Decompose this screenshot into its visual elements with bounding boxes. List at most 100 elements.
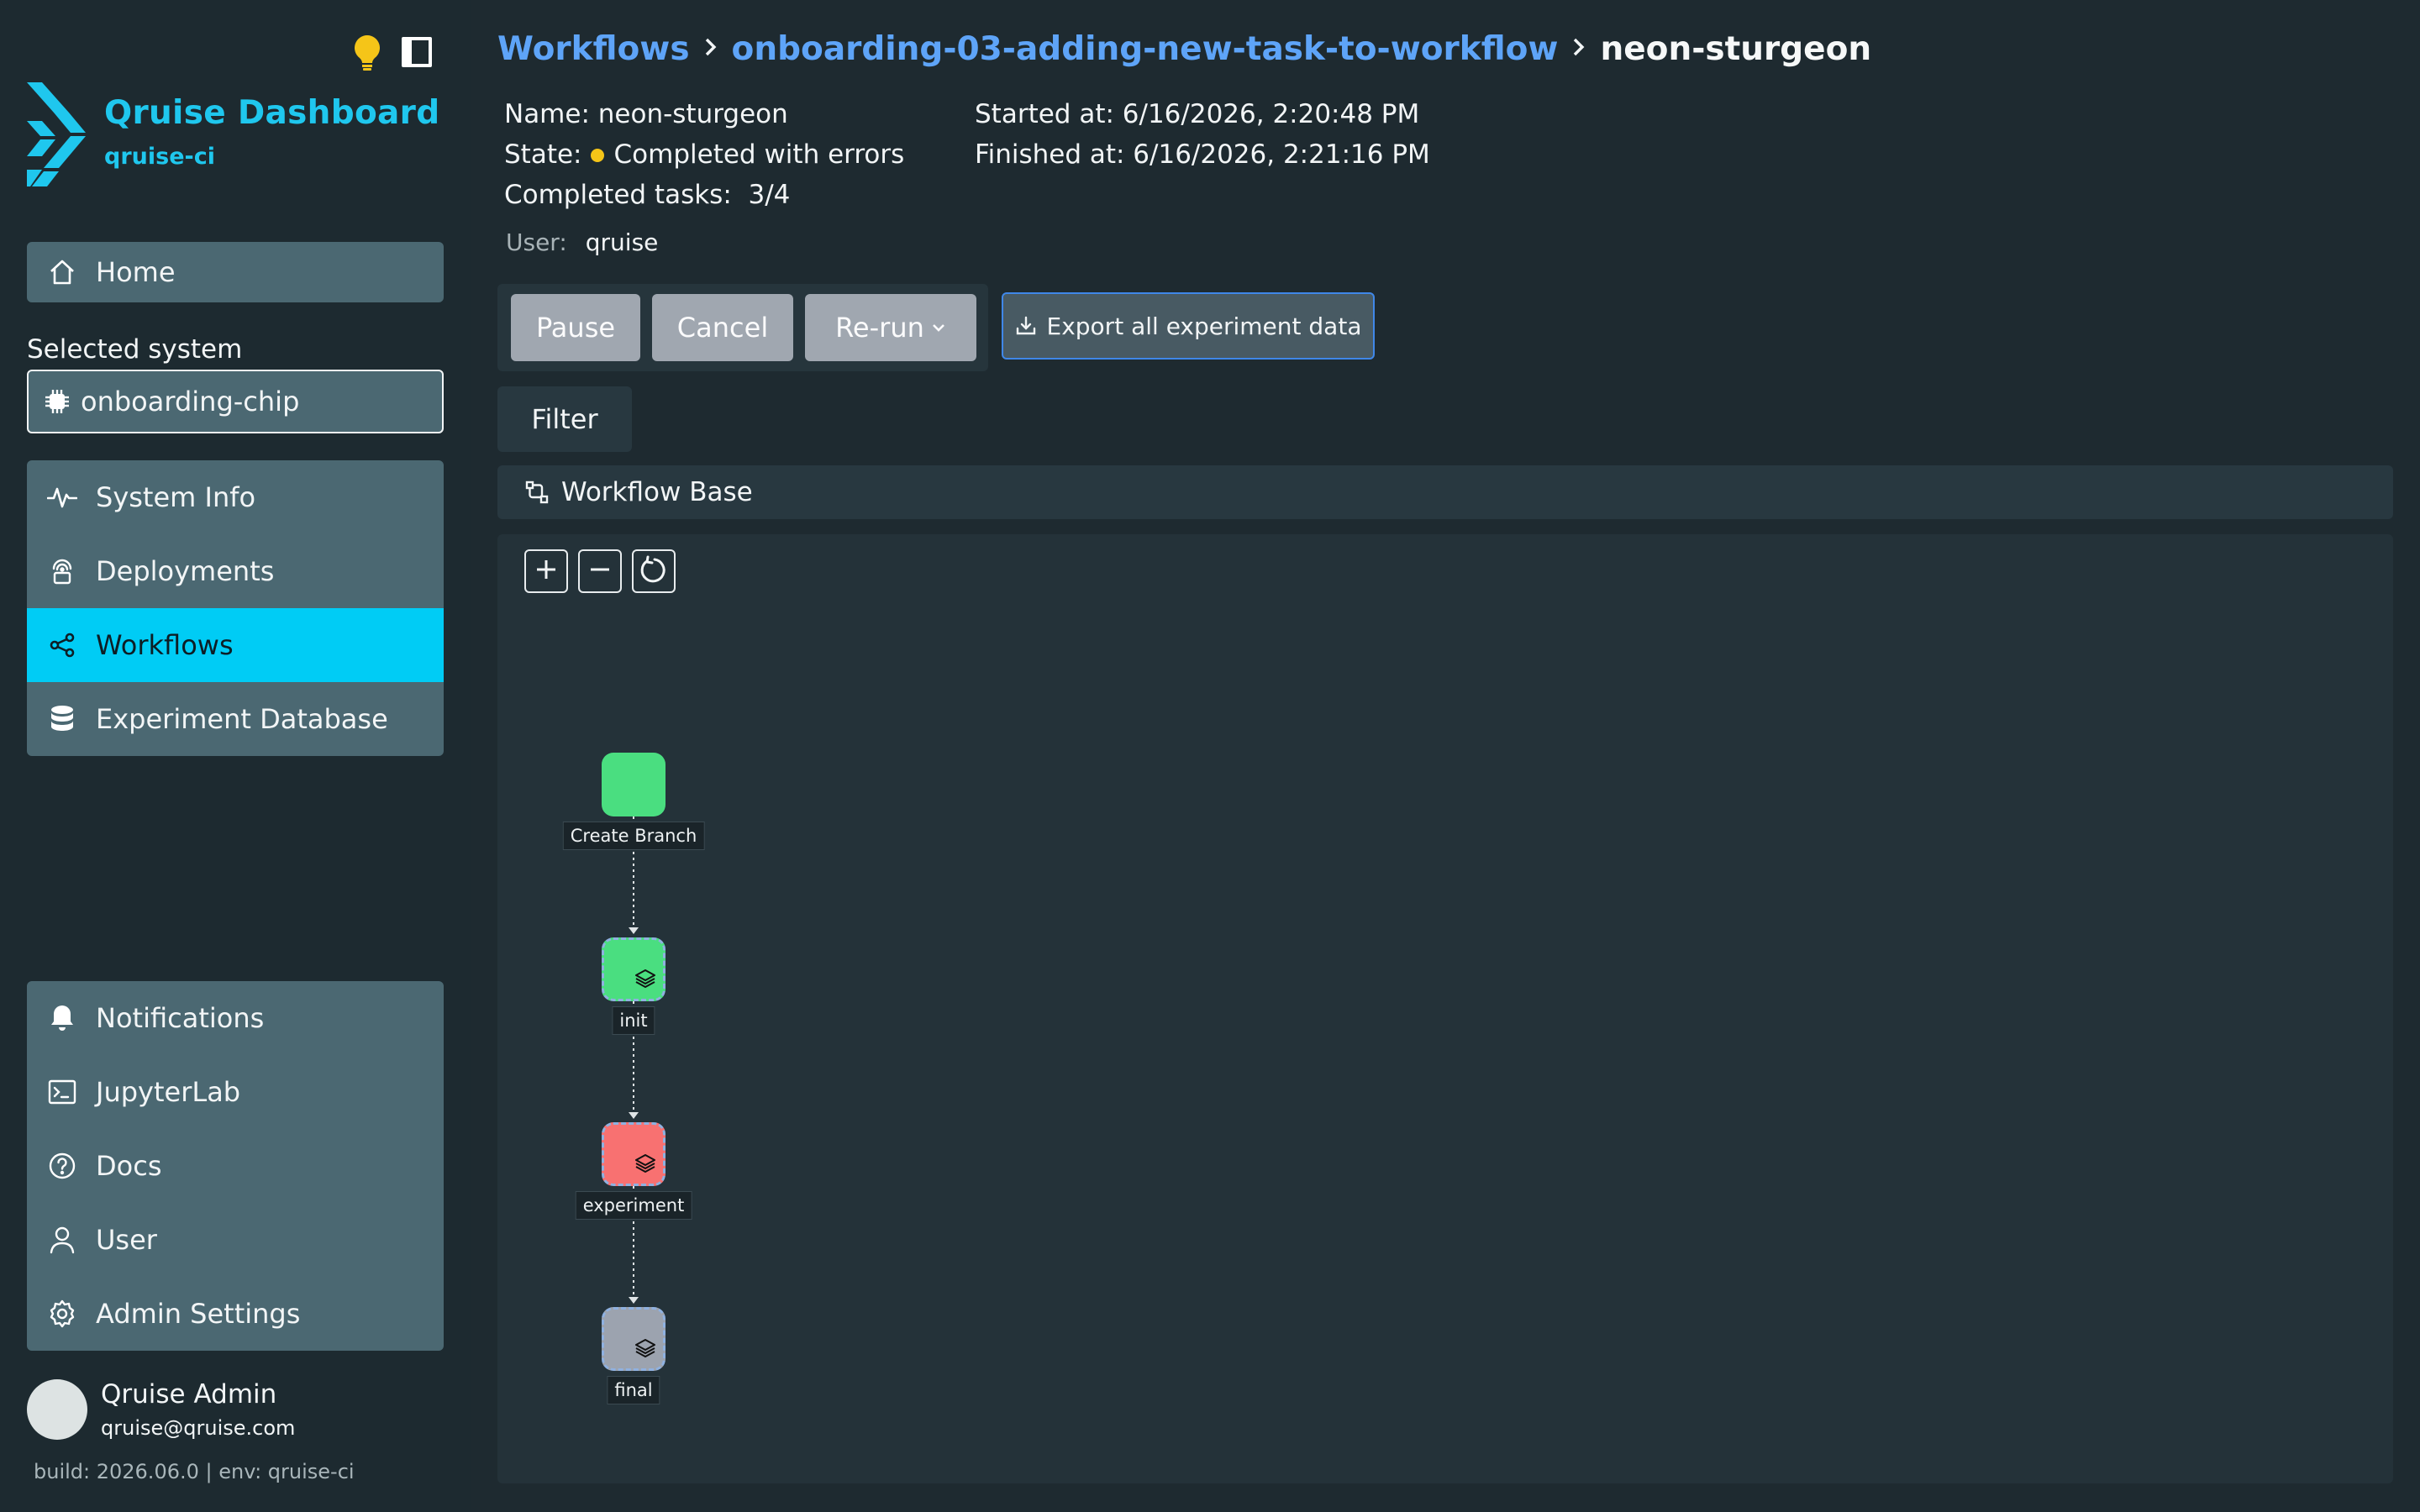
sidebar-item-experiment-database[interactable]: Experiment Database xyxy=(27,682,444,756)
pause-button[interactable]: Pause xyxy=(511,294,640,361)
chevron-down-icon xyxy=(931,323,946,333)
node-label: Create Branch xyxy=(562,822,705,850)
export-all-data-button[interactable]: Export all experiment data xyxy=(1002,292,1375,360)
user-icon xyxy=(42,1220,82,1260)
download-icon xyxy=(1015,315,1037,337)
sidebar-item-label: User xyxy=(96,1224,157,1256)
breadcrumb-current: neon-sturgeon xyxy=(1600,30,1872,68)
filter-button[interactable]: Filter xyxy=(497,386,632,452)
status-dot-icon xyxy=(590,148,604,162)
workflow-base-header[interactable]: Workflow Base xyxy=(497,465,2393,519)
run-finished-at: Finished at: 6/16/2026, 2:21:16 PM xyxy=(975,139,1430,170)
rerun-button[interactable]: Re-run xyxy=(805,294,976,361)
run-state-label: State: xyxy=(504,139,582,170)
workflow-edges xyxy=(629,816,639,1304)
workflow-node[interactable] xyxy=(602,937,666,1001)
breadcrumb: Workflows onboarding-03-adding-new-task-… xyxy=(497,30,1871,68)
profile-email: qruise@qruise.com xyxy=(101,1416,296,1440)
node-label: final xyxy=(607,1376,660,1404)
broadcast-icon xyxy=(42,551,82,591)
run-state-value: Completed with errors xyxy=(613,139,905,170)
sidebar-item-notifications[interactable]: Notifications xyxy=(27,981,444,1055)
database-icon xyxy=(42,699,82,739)
lightbulb-icon[interactable] xyxy=(353,34,381,74)
selected-system-select[interactable]: onboarding-chip xyxy=(27,370,444,433)
share-nodes-icon xyxy=(42,625,82,665)
workflow-canvas[interactable]: Create Branch init experiment final xyxy=(497,534,2393,1483)
chip-icon xyxy=(42,386,72,417)
sidebar-toggle-icon[interactable] xyxy=(400,35,434,72)
run-completed-tasks: Completed tasks: 3/4 xyxy=(504,175,904,215)
qruise-logo-icon xyxy=(27,82,86,186)
activity-icon xyxy=(42,477,82,517)
edge-arrow-icon xyxy=(629,1297,639,1304)
breadcrumb-workflows[interactable]: Workflows xyxy=(497,30,690,68)
node-label: experiment xyxy=(575,1191,692,1220)
workflow-base-title: Workflow Base xyxy=(561,477,753,507)
brand[interactable]: Qruise Dashboard qruise-ci xyxy=(25,81,439,188)
chevron-right-icon xyxy=(1571,33,1586,66)
sidebar-item-docs[interactable]: Docs xyxy=(27,1129,444,1203)
run-started-at: Started at: 6/16/2026, 2:20:48 PM xyxy=(975,99,1420,129)
build-info: build: 2026.06.0 | env: qruise-ci xyxy=(34,1460,355,1483)
sidebar-item-label: System Info xyxy=(96,481,256,513)
sidebar-item-label: JupyterLab xyxy=(96,1076,241,1108)
workflow-node[interactable] xyxy=(602,1122,666,1186)
home-icon xyxy=(42,252,82,292)
app-title: Qruise Dashboard xyxy=(104,94,440,132)
run-user-value: qruise xyxy=(585,228,659,256)
run-user-label: User: xyxy=(506,228,567,256)
workflow-node[interactable] xyxy=(602,1307,666,1371)
sidebar: Qruise Dashboard qruise-ci Home Selected… xyxy=(0,0,471,1512)
sidebar-item-label: Experiment Database xyxy=(96,703,388,735)
cancel-button[interactable]: Cancel xyxy=(652,294,793,361)
layers-icon xyxy=(634,1153,656,1177)
workflow-node[interactable] xyxy=(602,753,666,816)
run-state: State: Completed with errors xyxy=(504,134,904,175)
user-profile[interactable]: Qruise Admin qruise@qruise.com xyxy=(27,1379,295,1440)
home-nav: Home xyxy=(27,242,444,302)
main-nav: System Info Deployments Workflows Experi… xyxy=(27,460,444,756)
chevron-right-icon xyxy=(703,33,718,66)
export-label: Export all experiment data xyxy=(1046,312,1362,340)
terminal-icon xyxy=(42,1072,82,1112)
workflow-graph-icon xyxy=(524,480,550,505)
run-info-left: Name: neon-sturgeon State: Completed with… xyxy=(504,94,904,215)
main-content: Workflows onboarding-03-adding-new-task-… xyxy=(471,0,2420,1512)
edge-arrow-icon xyxy=(629,1112,639,1119)
run-action-group: Pause Cancel Re-run xyxy=(497,284,988,371)
rerun-label: Re-run xyxy=(835,312,924,344)
breadcrumb-workflow-name[interactable]: onboarding-03-adding-new-task-to-workflo… xyxy=(732,30,1559,68)
sidebar-item-deployments[interactable]: Deployments xyxy=(27,534,444,608)
run-user: User: qruise xyxy=(506,228,658,256)
bottom-nav: Notifications JupyterLab Docs User Admin… xyxy=(27,981,444,1351)
avatar xyxy=(27,1379,87,1440)
sidebar-item-jupyterlab[interactable]: JupyterLab xyxy=(27,1055,444,1129)
app-subtitle: qruise-ci xyxy=(104,144,215,170)
layers-icon xyxy=(634,1338,656,1362)
layers-icon xyxy=(634,969,656,992)
sidebar-item-label: Admin Settings xyxy=(96,1298,301,1330)
profile-name: Qruise Admin xyxy=(101,1379,277,1410)
sidebar-item-system-info[interactable]: System Info xyxy=(27,460,444,534)
completed-tasks-value: 3/4 xyxy=(748,180,791,210)
help-circle-icon xyxy=(42,1146,82,1186)
sidebar-item-label: Notifications xyxy=(96,1002,265,1034)
sidebar-item-label: Docs xyxy=(96,1150,162,1182)
completed-tasks-label: Completed tasks: xyxy=(504,180,732,210)
run-info-right: Started at: 6/16/2026, 2:20:48 PM Finish… xyxy=(975,94,1430,175)
gear-icon xyxy=(42,1294,82,1334)
bell-icon xyxy=(42,998,82,1038)
edge-arrow-icon xyxy=(629,927,639,934)
top-icons xyxy=(353,34,434,74)
sidebar-item-admin-settings[interactable]: Admin Settings xyxy=(27,1277,444,1351)
sidebar-item-user[interactable]: User xyxy=(27,1203,444,1277)
selected-system-value: onboarding-chip xyxy=(81,386,300,417)
sidebar-item-label: Workflows xyxy=(96,629,234,661)
sidebar-item-home[interactable]: Home xyxy=(27,242,444,302)
node-label: init xyxy=(612,1006,655,1035)
sidebar-item-label: Deployments xyxy=(96,555,275,587)
selected-system-label: Selected system xyxy=(27,334,243,365)
sidebar-item-label: Home xyxy=(96,256,176,288)
sidebar-item-workflows[interactable]: Workflows xyxy=(27,608,444,682)
